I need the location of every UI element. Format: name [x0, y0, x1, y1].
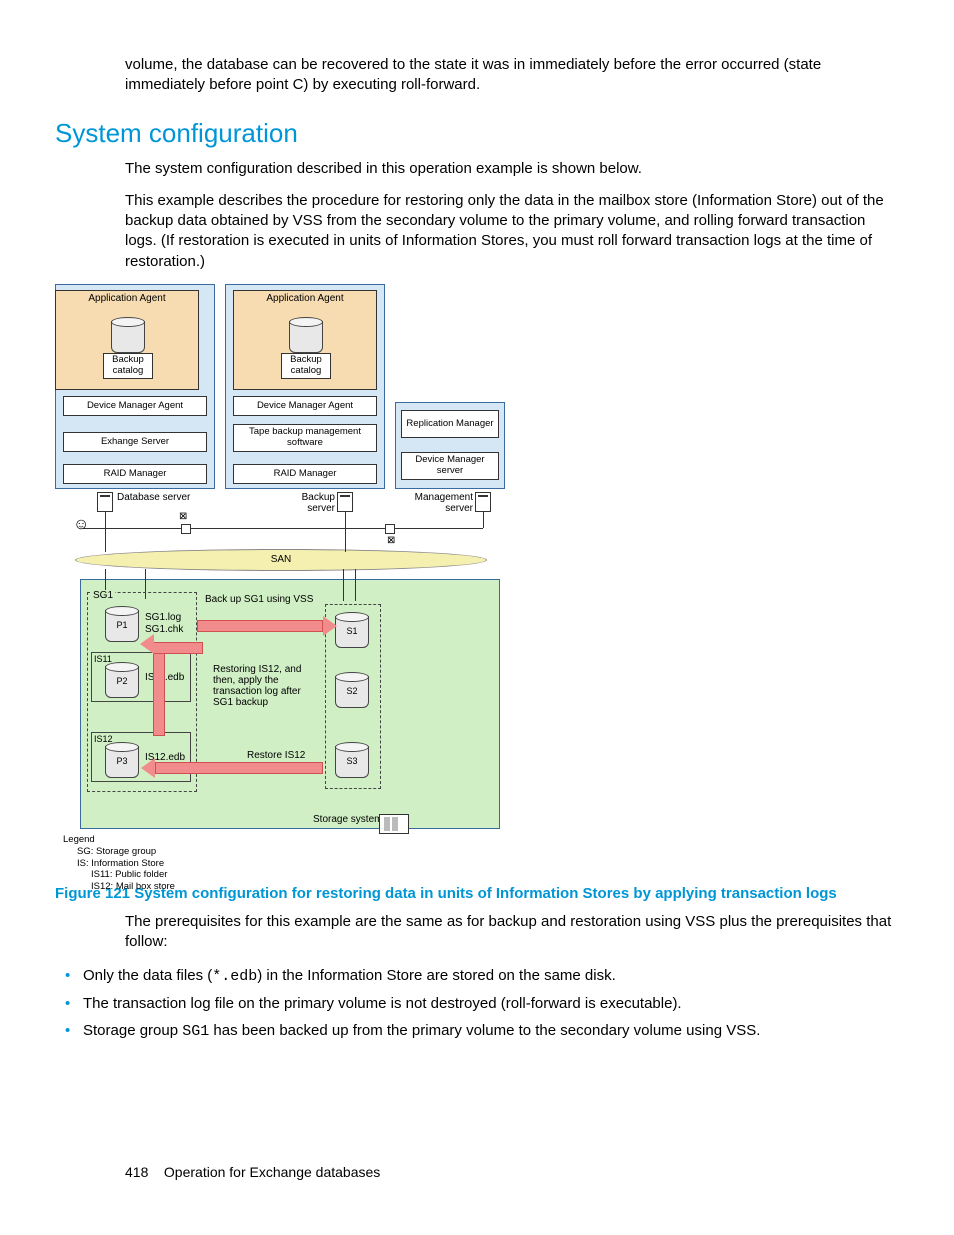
- mgmt-server-icon: [475, 492, 491, 512]
- backup-catalog-cyl-2: [289, 317, 323, 353]
- backup-catalog-label-1: Backup catalog: [103, 353, 153, 379]
- restore-is12-label: Restore IS12: [247, 750, 305, 761]
- intro-paragraph: volume, the database can be recovered to…: [125, 55, 894, 96]
- tape-backup-box: Tape backup management software: [233, 424, 377, 452]
- p1-cyl: P1: [105, 606, 139, 642]
- network-line: [83, 528, 483, 529]
- lan-x-2: ⊠: [387, 536, 397, 546]
- bullet-1: Only the data files (*.edb) in the Infor…: [55, 965, 894, 987]
- sg1-log-label: SG1.log: [145, 612, 181, 623]
- app-agent-2: Application Agent Backup catalog: [233, 290, 377, 390]
- repl-mgr-box: Replication Manager: [401, 410, 499, 438]
- legend-sg: SG: Storage group: [63, 846, 175, 858]
- bullet-2: The transaction log file on the primary …: [55, 993, 894, 1014]
- legend-is: IS: Information Store: [63, 858, 175, 870]
- legend-is12: IS12: Mail box store: [63, 881, 175, 893]
- backup-server-icon: [337, 492, 353, 512]
- db-server-label: Database server: [117, 492, 190, 503]
- figure-caption: Figure 121 System configuration for rest…: [55, 884, 894, 904]
- person-icon: ☺: [73, 516, 89, 534]
- s1-cyl: S1: [335, 612, 369, 648]
- diagram-legend: Legend SG: Storage group IS: Information…: [63, 834, 175, 893]
- arrow-restore-is12: [155, 762, 323, 774]
- restore-text-label: Restoring IS12, and then, apply the tran…: [213, 664, 318, 708]
- dev-mgr-agent-1: Device Manager Agent: [63, 396, 207, 416]
- backup-catalog-label-2: Backup catalog: [281, 353, 331, 379]
- paragraph-2: This example describes the procedure for…: [125, 191, 894, 272]
- backup-catalog-cyl-1: [111, 317, 145, 353]
- legend-title: Legend: [63, 834, 175, 846]
- prereq-list: Only the data files (*.edb) in the Infor…: [55, 965, 894, 1042]
- system-config-diagram: Application Agent Backup catalog Device …: [55, 284, 515, 874]
- page-footer: 418 Operation for Exchange databases: [125, 1164, 380, 1180]
- s3-cyl: S3: [335, 742, 369, 778]
- raid-mgr-1: RAID Manager: [63, 464, 207, 484]
- page-number: 418: [125, 1164, 148, 1180]
- arrow-restore-vert: [153, 646, 165, 736]
- storage-system-label: Storage system: [313, 814, 382, 825]
- lan-box-1: [181, 524, 191, 534]
- paragraph-3: The prerequisites for this example are t…: [125, 912, 894, 953]
- arrow-restore-head-up: [140, 634, 154, 654]
- san-label: SAN: [75, 549, 487, 571]
- app-agent-1: Application Agent Backup catalog: [55, 290, 199, 390]
- arrow-backup: [197, 620, 323, 632]
- arrow-restore-horiz: [153, 642, 203, 654]
- dev-mgr-agent-2: Device Manager Agent: [233, 396, 377, 416]
- arrow-backup-head: [323, 616, 337, 636]
- p2-cyl: P2: [105, 662, 139, 698]
- mgmt-server-label: Management server: [403, 492, 473, 514]
- lan-box-2: [385, 524, 395, 534]
- section-title: Operation for Exchange databases: [164, 1164, 380, 1180]
- app-agent-label-2: Application Agent: [234, 293, 376, 304]
- legend-is11: IS11: Public folder: [63, 869, 175, 881]
- section-heading: System configuration: [55, 118, 894, 149]
- sg1-label: SG1: [91, 590, 115, 601]
- backup-sg1-label: Back up SG1 using VSS: [205, 594, 313, 605]
- app-agent-label-1: Application Agent: [56, 293, 198, 304]
- paragraph-1: The system configuration described in th…: [125, 159, 894, 179]
- exchange-server-box: Exhange Server: [63, 432, 207, 452]
- p3-cyl: P3: [105, 742, 139, 778]
- dev-mgr-server-box: Device Manager server: [401, 452, 499, 480]
- arrow-restore-is12-head: [141, 758, 155, 778]
- backup-server-label: Backup server: [287, 492, 335, 514]
- db-server-icon: [97, 492, 113, 512]
- storage-icon: [379, 814, 409, 834]
- s2-cyl: S2: [335, 672, 369, 708]
- lan-x-1: ⊠: [179, 512, 189, 522]
- bullet-3: Storage group SG1 has been backed up fro…: [55, 1020, 894, 1042]
- raid-mgr-2: RAID Manager: [233, 464, 377, 484]
